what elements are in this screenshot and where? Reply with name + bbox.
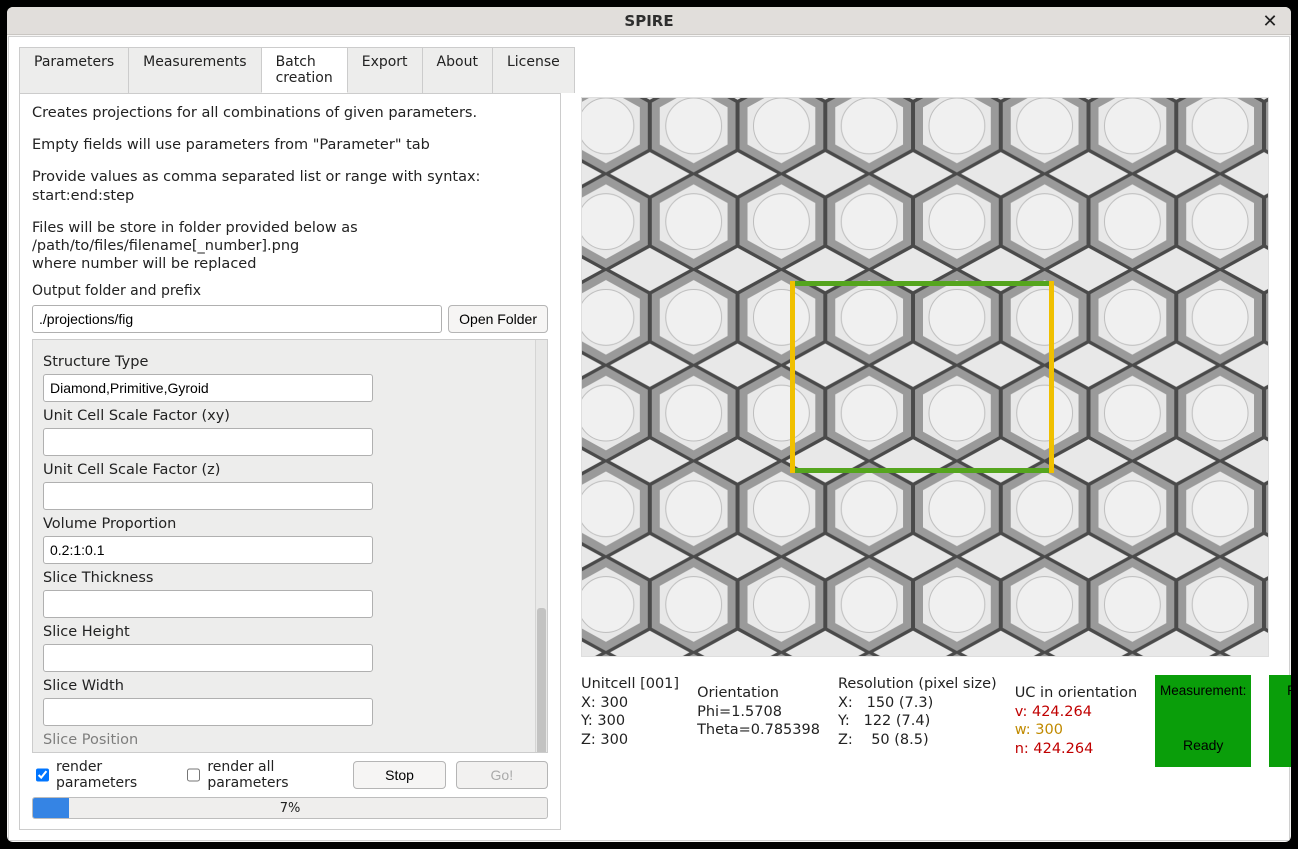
tab-license[interactable]: License	[492, 47, 575, 93]
batch-info-text: Creates projections for all combinations…	[32, 104, 548, 273]
param-input-uc-z[interactable]	[43, 482, 373, 510]
render-all-parameters-text: render all parameters	[207, 759, 343, 791]
param-label-slice-height: Slice Height	[43, 624, 537, 640]
param-input-slice-thickness[interactable]	[43, 590, 373, 618]
output-path-input[interactable]	[32, 305, 442, 333]
param-label-slice-thickness: Slice Thickness	[43, 570, 537, 586]
render-all-parameters-checkbox[interactable]	[187, 768, 200, 782]
info-line-4: Files will be store in folder provided b…	[32, 220, 358, 236]
param-label-slice-position: Slice Position	[43, 732, 537, 748]
projection-preview	[581, 97, 1269, 657]
info-line-3: Provide values as comma separated list o…	[32, 168, 548, 204]
output-label: Output folder and prefix	[32, 283, 548, 299]
readout-uc-orientation: UC in orientation v: 424.264 w: 300 n: 4…	[1015, 684, 1138, 767]
readout-resolution: Resolution (pixel size) X: 150 (7.3) Y: …	[838, 675, 997, 767]
tab-batch-creation[interactable]: Batch creation	[261, 47, 348, 93]
readout-row: Unitcell [001] X: 300 Y: 300 Z: 300 Orie…	[581, 675, 1291, 767]
tab-parameters[interactable]: Parameters	[19, 47, 129, 93]
param-input-slice-height[interactable]	[43, 644, 373, 672]
go-button[interactable]: Go!	[456, 761, 548, 789]
param-label-uc-xy: Unit Cell Scale Factor (xy)	[43, 408, 537, 424]
measurement-status-top: Measurement:	[1160, 683, 1246, 698]
render-all-parameters-checkbox-label[interactable]: render all parameters	[183, 759, 343, 791]
tab-about[interactable]: About	[422, 47, 493, 93]
render-parameters-checkbox-label[interactable]: render parameters	[32, 759, 173, 791]
render-parameters-text: render parameters	[56, 759, 173, 791]
info-line-1: Creates projections for all combinations…	[32, 104, 548, 122]
info-line-5: /path/to/files/filename[_number].png	[32, 238, 299, 254]
progress-bar-text: 7%	[33, 798, 547, 818]
projection-status-top: Projection	[1287, 683, 1291, 698]
readout-orientation: Orientation Phi=1.5708 Theta=0.785398	[697, 684, 820, 767]
tab-measurements[interactable]: Measurements	[128, 47, 261, 93]
window-titlebar: SPIRE ✕	[7, 7, 1291, 35]
params-scrollthumb[interactable]	[537, 608, 546, 753]
param-label-volprop: Volume Proportion	[43, 516, 537, 532]
tab-page-batch-creation: Creates projections for all combinations…	[19, 93, 561, 830]
readout-unitcell: Unitcell [001] X: 300 Y: 300 Z: 300	[581, 675, 679, 767]
render-parameters-checkbox[interactable]	[36, 768, 49, 782]
param-input-uc-xy[interactable]	[43, 428, 373, 456]
measurement-status-bot: Ready	[1183, 737, 1223, 753]
tab-export[interactable]: Export	[347, 47, 423, 93]
params-scrollbar[interactable]	[535, 340, 547, 752]
info-line-2: Empty fields will use parameters from "P…	[32, 136, 548, 154]
open-folder-button[interactable]: Open Folder	[448, 305, 548, 333]
param-input-volprop[interactable]	[43, 536, 373, 564]
projection-status-button[interactable]: Projection Ready	[1269, 675, 1291, 767]
params-scroll-area[interactable]: Structure Type Unit Cell Scale Factor (x…	[32, 339, 548, 753]
info-line-6: where number will be replaced	[32, 256, 256, 272]
measurement-status-button[interactable]: Measurement: Ready	[1155, 675, 1251, 767]
param-label-structure-type: Structure Type	[43, 354, 537, 370]
stop-button[interactable]: Stop	[353, 761, 445, 789]
param-label-slice-width: Slice Width	[43, 678, 537, 694]
lattice-pattern-icon	[582, 98, 1268, 656]
param-input-slice-width[interactable]	[43, 698, 373, 726]
param-input-structure-type[interactable]	[43, 374, 373, 402]
close-icon[interactable]: ✕	[1259, 12, 1281, 34]
progress-bar: 7%	[32, 797, 548, 819]
param-label-uc-z: Unit Cell Scale Factor (z)	[43, 462, 537, 478]
window-title: SPIRE	[7, 12, 1291, 30]
tab-bar: Parameters Measurements Batch creation E…	[19, 47, 561, 93]
